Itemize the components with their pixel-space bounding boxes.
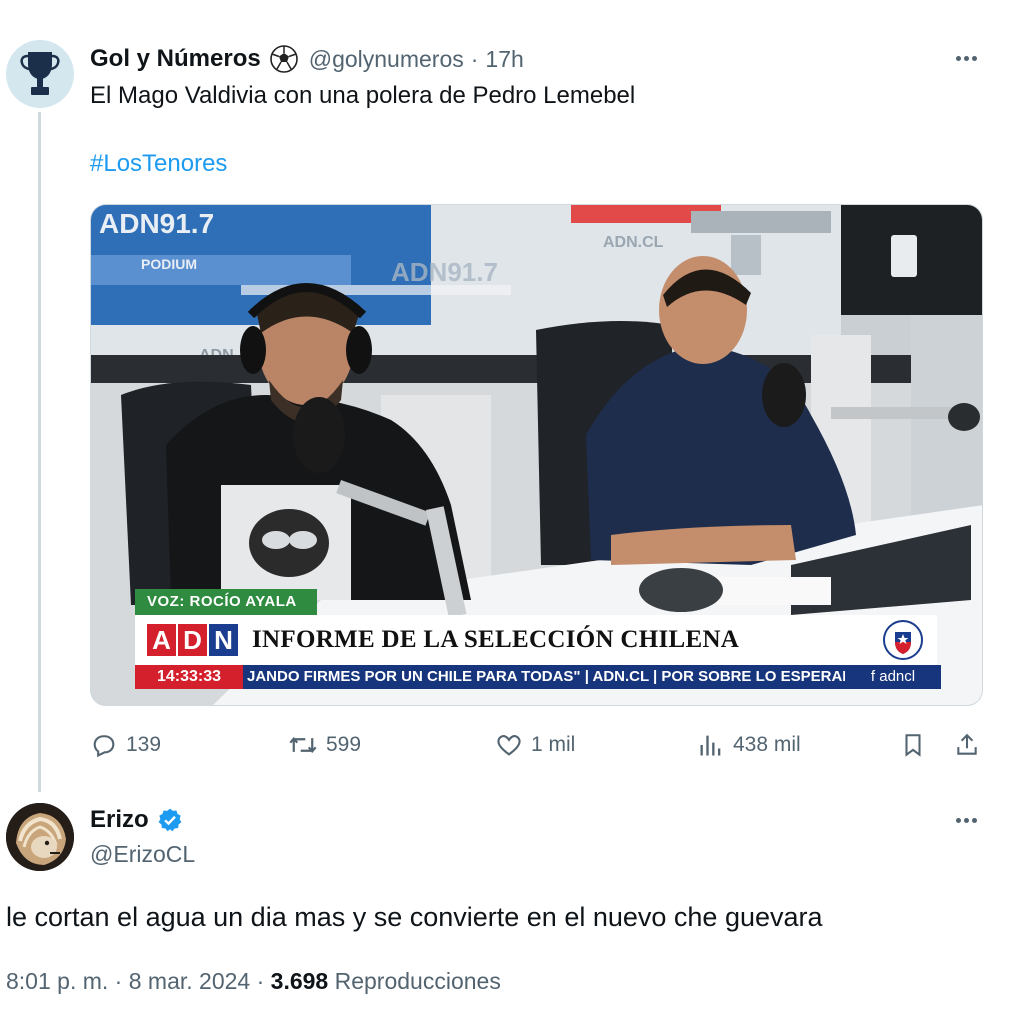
chile-crest-icon: [883, 620, 923, 660]
news-headline: INFORME DE LA SELECCIÓN CHILENA: [252, 626, 740, 653]
lower-third-bar: A D N INFORME DE LA SELECCIÓN CHILENA: [135, 615, 937, 665]
bookmark-button[interactable]: [900, 728, 934, 762]
lion-avatar-icon: [6, 803, 74, 871]
ticker-time: 14:33:33: [135, 665, 243, 689]
like-button[interactable]: 1 mil: [495, 728, 575, 762]
trophy-icon: [20, 52, 60, 95]
tweet-header: Gol y Números @golynumeros · 17h: [90, 42, 524, 76]
tweet-action-bar: 139 599 1 mil 438 mil: [90, 728, 985, 762]
like-count: 1 mil: [531, 733, 576, 756]
ticker-social: f adncl: [845, 665, 941, 689]
header-separator: ·: [470, 45, 479, 72]
tweet-media-image[interactable]: ADN91.7 PODIUM ADN91.7 ADN.CL ADN: [90, 204, 983, 706]
author-name[interactable]: Gol y Números: [90, 45, 261, 73]
verified-icon: [157, 807, 183, 833]
more-icon[interactable]: [956, 818, 977, 823]
hashtag-link[interactable]: #LosTenores: [90, 150, 227, 178]
views-icon: [700, 735, 721, 756]
thread-connector-line: [38, 112, 41, 792]
soccer-ball-icon: [269, 44, 299, 74]
wall-text-2: PODIUM: [141, 256, 197, 272]
reply-meta: 8:01 p. m. · 8 mar. 2024 · 3.698 Reprodu…: [6, 968, 501, 995]
ticker-text: JANDO FIRMES POR UN CHILE PARA TODAS" | …: [247, 668, 859, 685]
reply-time[interactable]: 8:01 p. m.: [6, 968, 108, 994]
reply-count: 139: [126, 733, 162, 756]
reply-author-handle[interactable]: @ErizoCL: [90, 841, 195, 868]
reply-button[interactable]: 139: [90, 728, 161, 762]
adn-logo-letter-d: D: [178, 624, 207, 656]
tweet-text: El Mago Valdivia con una polera de Pedro…: [90, 82, 636, 109]
reply-icon: [93, 735, 115, 758]
wall-text-4: ADN.CL: [603, 234, 664, 251]
adn-logo: A D N: [147, 624, 240, 656]
reply-date[interactable]: 8 mar. 2024: [129, 968, 250, 994]
reply-views-label: Reproducciones: [334, 968, 501, 994]
views-button[interactable]: 438 mil: [697, 728, 801, 762]
more-icon[interactable]: [956, 56, 977, 61]
meta-separator: ·: [114, 968, 123, 994]
author-handle[interactable]: @golynumeros: [309, 46, 464, 73]
wall-text-3: ADN91.7: [391, 257, 498, 287]
meta-separator: ·: [256, 968, 265, 994]
reply-views-count: 3.698: [270, 968, 329, 994]
wall-text-1: ADN91.7: [99, 208, 214, 239]
retweet-button[interactable]: 599: [288, 728, 361, 762]
views-count: 438 mil: [733, 733, 801, 756]
reply-author-name[interactable]: Erizo: [90, 806, 149, 834]
share-icon: [957, 733, 977, 755]
news-ticker: 14:33:33 JANDO FIRMES POR UN CHILE PARA …: [135, 665, 941, 689]
avatar-golynumeros[interactable]: [6, 40, 74, 108]
retweet-count: 599: [326, 733, 362, 756]
tweet-time[interactable]: 17h: [485, 46, 523, 73]
reply-author-row: Erizo: [90, 806, 183, 834]
like-icon: [497, 735, 521, 756]
retweet-icon: [289, 736, 317, 754]
voz-label: VOZ: ROCÍO AYALA: [135, 589, 317, 615]
adn-logo-letter-n: N: [209, 624, 238, 656]
share-button[interactable]: [954, 728, 988, 762]
adn-logo-letter-a: A: [147, 624, 176, 656]
reply-text: le cortan el agua un dia mas y se convie…: [6, 902, 823, 932]
bookmark-icon: [905, 734, 921, 757]
avatar-erizo[interactable]: [6, 803, 74, 871]
